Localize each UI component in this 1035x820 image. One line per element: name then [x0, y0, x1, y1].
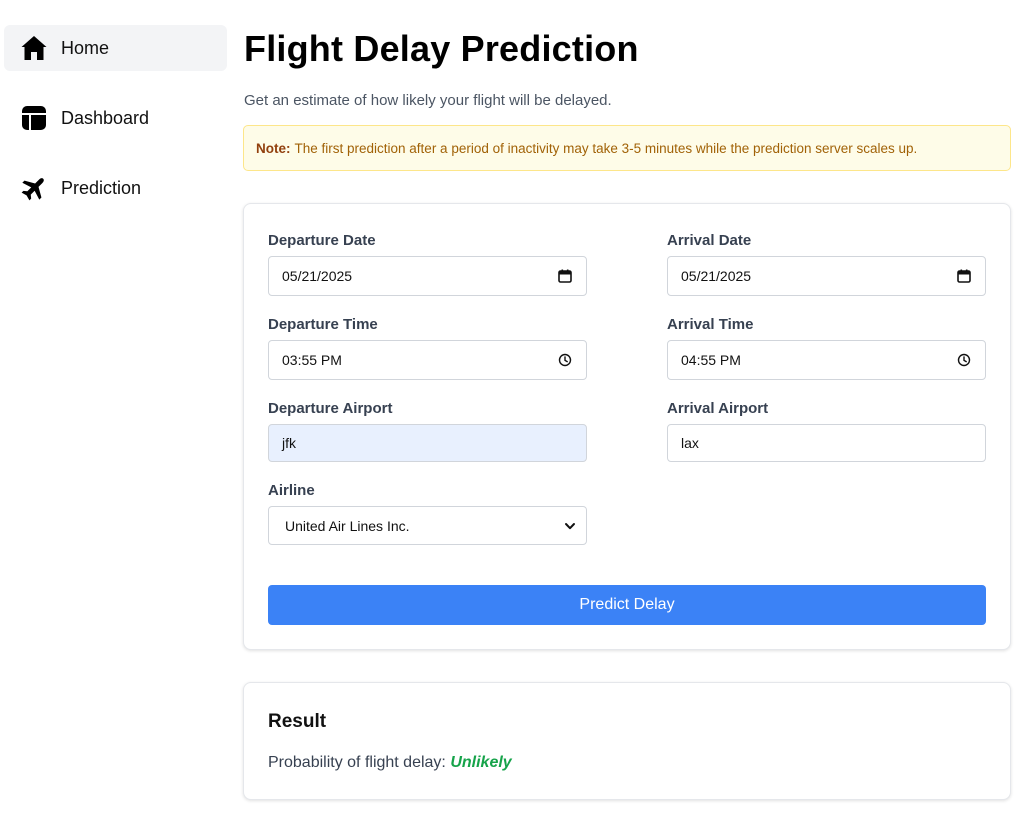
clock-icon[interactable] — [557, 352, 573, 368]
page-title: Flight Delay Prediction — [244, 28, 639, 69]
departure-time-label: Departure Time — [268, 316, 378, 333]
sidebar-item-label: Home — [61, 37, 110, 58]
result-prefix: Probability of flight delay: — [268, 754, 446, 771]
home-icon — [20, 34, 48, 62]
departure-airport-value: jfk — [282, 435, 296, 451]
note-text: The first prediction after a period of i… — [294, 140, 918, 156]
result-card: Result Probability of flight delay: Unli… — [243, 682, 1011, 800]
chevron-down-icon — [562, 518, 578, 534]
airplane-icon — [20, 174, 48, 202]
page-subtitle: Get an estimate of how likely your fligh… — [244, 92, 612, 109]
calendar-icon[interactable] — [956, 268, 972, 284]
app-root: Home Dashboard Prediction Flight Delay P… — [0, 0, 1035, 820]
sidebar-item-label: Dashboard — [61, 107, 150, 128]
calendar-icon[interactable] — [557, 268, 573, 284]
airline-label: Airline — [268, 482, 315, 499]
arrival-date-label: Arrival Date — [667, 232, 752, 249]
prediction-form: Departure Date 05/21/2025 Arrival Date 0… — [243, 203, 1011, 650]
arrival-time-value: 04:55 PM — [681, 352, 741, 368]
arrival-time-input[interactable]: 04:55 PM — [667, 340, 986, 380]
departure-airport-input[interactable]: jfk — [268, 424, 587, 462]
departure-time-value: 03:55 PM — [282, 352, 342, 368]
departure-time-input[interactable]: 03:55 PM — [268, 340, 587, 380]
predict-delay-button[interactable]: Predict Delay — [268, 585, 986, 625]
arrival-date-value: 05/21/2025 — [681, 268, 752, 284]
sidebar-item-prediction[interactable]: Prediction — [4, 165, 227, 211]
result-title: Result — [268, 711, 327, 732]
sidebar-item-home[interactable]: Home — [4, 25, 227, 71]
arrival-airport-label: Arrival Airport — [667, 400, 769, 417]
sidebar-item-label: Prediction — [61, 177, 142, 198]
departure-date-value: 05/21/2025 — [282, 268, 353, 284]
arrival-date-input[interactable]: 05/21/2025 — [667, 256, 986, 296]
departure-airport-label: Departure Airport — [268, 400, 393, 417]
arrival-time-label: Arrival Time — [667, 316, 754, 333]
note-label: Note: — [256, 140, 291, 156]
departure-date-label: Departure Date — [268, 232, 376, 249]
arrival-airport-input[interactable]: lax — [667, 424, 986, 462]
sidebar: Home Dashboard Prediction — [0, 0, 235, 820]
airline-value: United Air Lines Inc. — [285, 517, 410, 534]
result-value: Unlikely — [450, 754, 512, 771]
dashboard-icon — [20, 104, 48, 132]
airline-select[interactable]: United Air Lines Inc. — [268, 506, 587, 545]
clock-icon[interactable] — [956, 352, 972, 368]
sidebar-item-dashboard[interactable]: Dashboard — [4, 95, 227, 141]
departure-date-input[interactable]: 05/21/2025 — [268, 256, 587, 296]
arrival-airport-value: lax — [681, 435, 699, 451]
result-line: Probability of flight delay: Unlikely — [268, 754, 512, 772]
info-note: Note: The first prediction after a perio… — [243, 125, 1011, 171]
